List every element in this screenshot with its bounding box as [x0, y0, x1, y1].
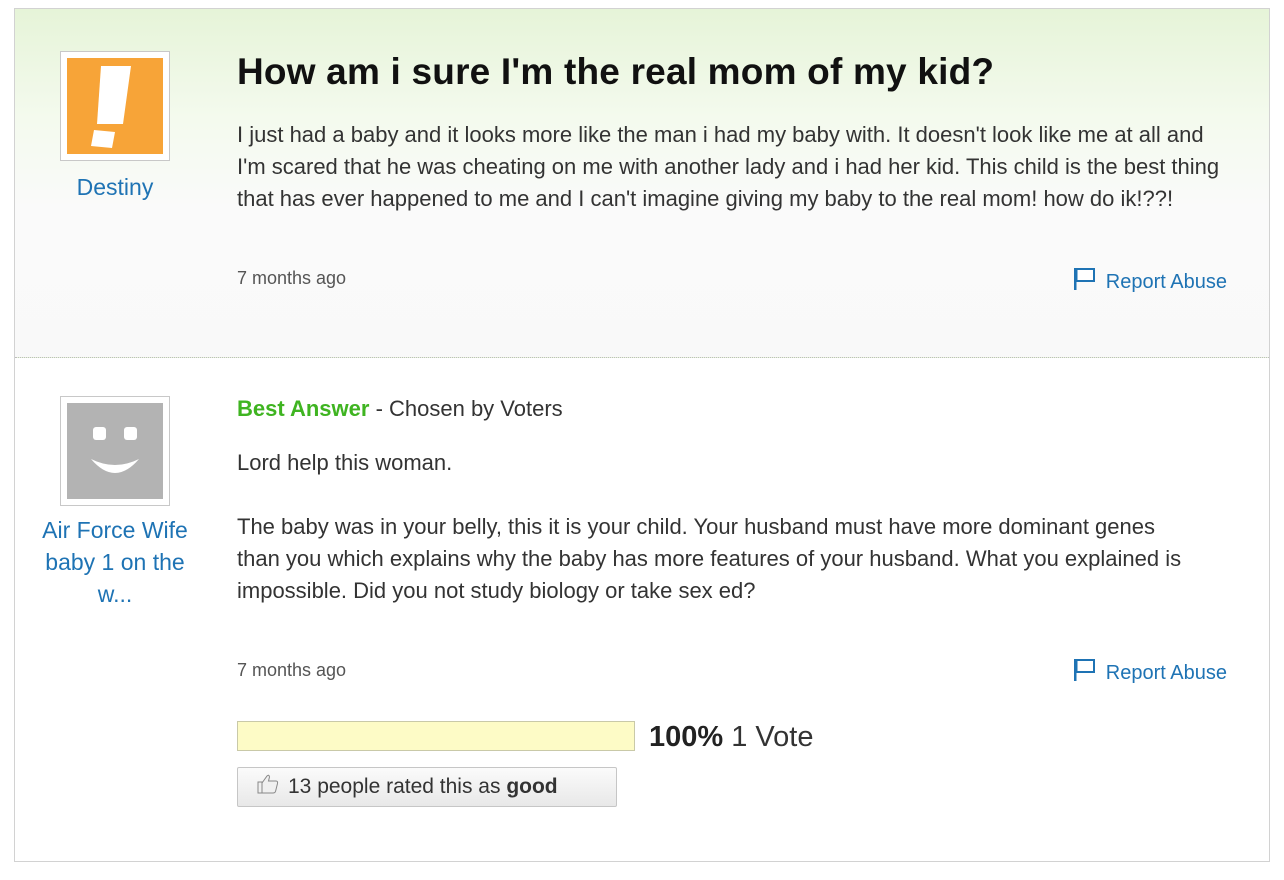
asker-avatar[interactable] — [60, 51, 170, 161]
thumbs-up-icon — [256, 773, 280, 801]
rating-word: good — [506, 775, 558, 798]
question-section: Destiny How am i sure I'm the real mom o… — [15, 9, 1269, 358]
report-abuse-label[interactable]: Report Abuse — [1106, 271, 1227, 294]
question-body: I just had a baby and it looks more like… — [237, 122, 1220, 211]
question-timestamp: 7 months ago — [237, 268, 347, 288]
best-answer-heading: Best Answer - Chosen by Voters — [237, 396, 563, 422]
chosen-by-text: - Chosen by Voters — [369, 396, 563, 421]
vote-count: 1 Vote — [731, 721, 814, 753]
vote-percent: 100% — [649, 721, 724, 753]
answer-paragraph-1: Lord help this woman. — [237, 450, 453, 475]
answerer-avatar[interactable] — [60, 396, 170, 506]
report-abuse-label[interactable]: Report Abuse — [1106, 662, 1227, 685]
flag-icon — [1072, 658, 1098, 688]
smiley-avatar-icon — [67, 403, 163, 499]
vote-progress-bar — [237, 721, 635, 751]
qa-panel: Destiny How am i sure I'm the real mom o… — [14, 8, 1270, 862]
asker-name[interactable]: Destiny — [25, 171, 205, 203]
answerer-name[interactable]: Air Force Wife baby 1 on the w... — [25, 514, 205, 610]
rate-good-button[interactable]: 13 people rated this as good — [237, 767, 617, 807]
rating-prefix: 13 people rated this as — [288, 775, 501, 798]
best-answer-label: Best Answer — [237, 396, 370, 421]
vote-progress-fill — [238, 722, 634, 750]
exclamation-avatar-icon — [67, 58, 163, 154]
flag-icon — [1072, 267, 1098, 297]
answer-paragraph-2: The baby was in your belly, this it is y… — [237, 514, 1182, 603]
answer-timestamp: 7 months ago — [237, 660, 347, 680]
question-title: How am i sure I'm the real mom of my kid… — [237, 51, 995, 92]
answer-report-abuse-link[interactable]: Report Abuse — [1072, 658, 1227, 688]
question-report-abuse-link[interactable]: Report Abuse — [1072, 267, 1227, 297]
rating-text: 13 people rated this as good — [288, 775, 558, 799]
vote-summary: 100% 1 Vote — [649, 721, 813, 754]
